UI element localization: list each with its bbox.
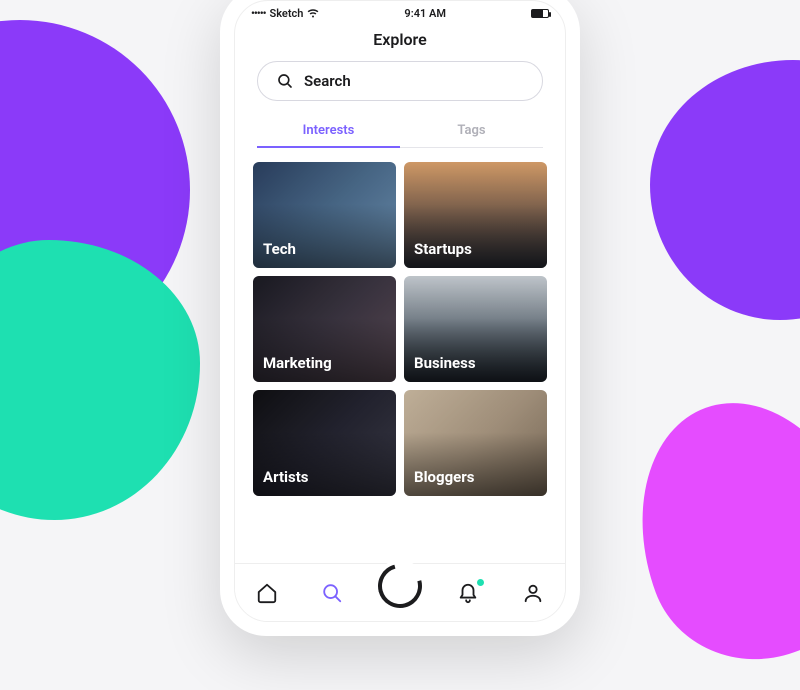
notification-dot (477, 579, 484, 586)
card-label: Tech (263, 240, 296, 258)
tab-tags[interactable]: Tags (400, 115, 543, 147)
search-icon (276, 72, 294, 90)
nav-notifications[interactable] (446, 571, 490, 615)
card-label: Business (414, 354, 476, 372)
bg-blob-pink (602, 370, 800, 690)
nav-create[interactable] (374, 560, 426, 612)
card-artists[interactable]: Artists (253, 390, 396, 496)
card-label: Artists (263, 468, 308, 486)
status-bar: ••••• Sketch 9:41 AM (235, 1, 565, 22)
status-left: ••••• Sketch (251, 7, 319, 20)
user-icon (522, 582, 544, 604)
bg-blob-purple-right (650, 60, 800, 320)
clock: 9:41 AM (404, 7, 446, 20)
status-right (531, 9, 549, 18)
phone-frame: ••••• Sketch 9:41 AM Explore Interests T… (220, 0, 580, 636)
search-icon (321, 582, 343, 604)
bottom-nav (235, 563, 565, 621)
header: Explore (235, 22, 565, 61)
card-marketing[interactable]: Marketing (253, 276, 396, 382)
signal-dots-icon: ••••• (251, 7, 266, 20)
phone-screen: ••••• Sketch 9:41 AM Explore Interests T… (234, 0, 566, 622)
interest-grid: Tech Startups Marketing Business Artists… (235, 148, 565, 496)
card-label: Bloggers (414, 468, 474, 486)
home-icon (256, 582, 278, 604)
tabs: Interests Tags (257, 115, 543, 148)
card-label: Startups (414, 240, 472, 258)
card-tech[interactable]: Tech (253, 162, 396, 268)
card-startups[interactable]: Startups (404, 162, 547, 268)
card-business[interactable]: Business (404, 276, 547, 382)
page-title: Explore (235, 30, 565, 49)
search-input[interactable] (304, 72, 524, 90)
search-field[interactable] (257, 61, 543, 101)
nav-explore[interactable] (310, 571, 354, 615)
bg-blob-teal (0, 240, 200, 520)
wifi-icon (307, 9, 319, 18)
card-bloggers[interactable]: Bloggers (404, 390, 547, 496)
carrier-label: Sketch (270, 7, 304, 20)
nav-profile[interactable] (511, 571, 555, 615)
tab-interests[interactable]: Interests (257, 115, 400, 148)
nav-home[interactable] (245, 571, 289, 615)
create-ring-icon (370, 555, 430, 615)
bell-icon (457, 582, 479, 604)
battery-icon (531, 9, 549, 18)
card-label: Marketing (263, 354, 332, 372)
